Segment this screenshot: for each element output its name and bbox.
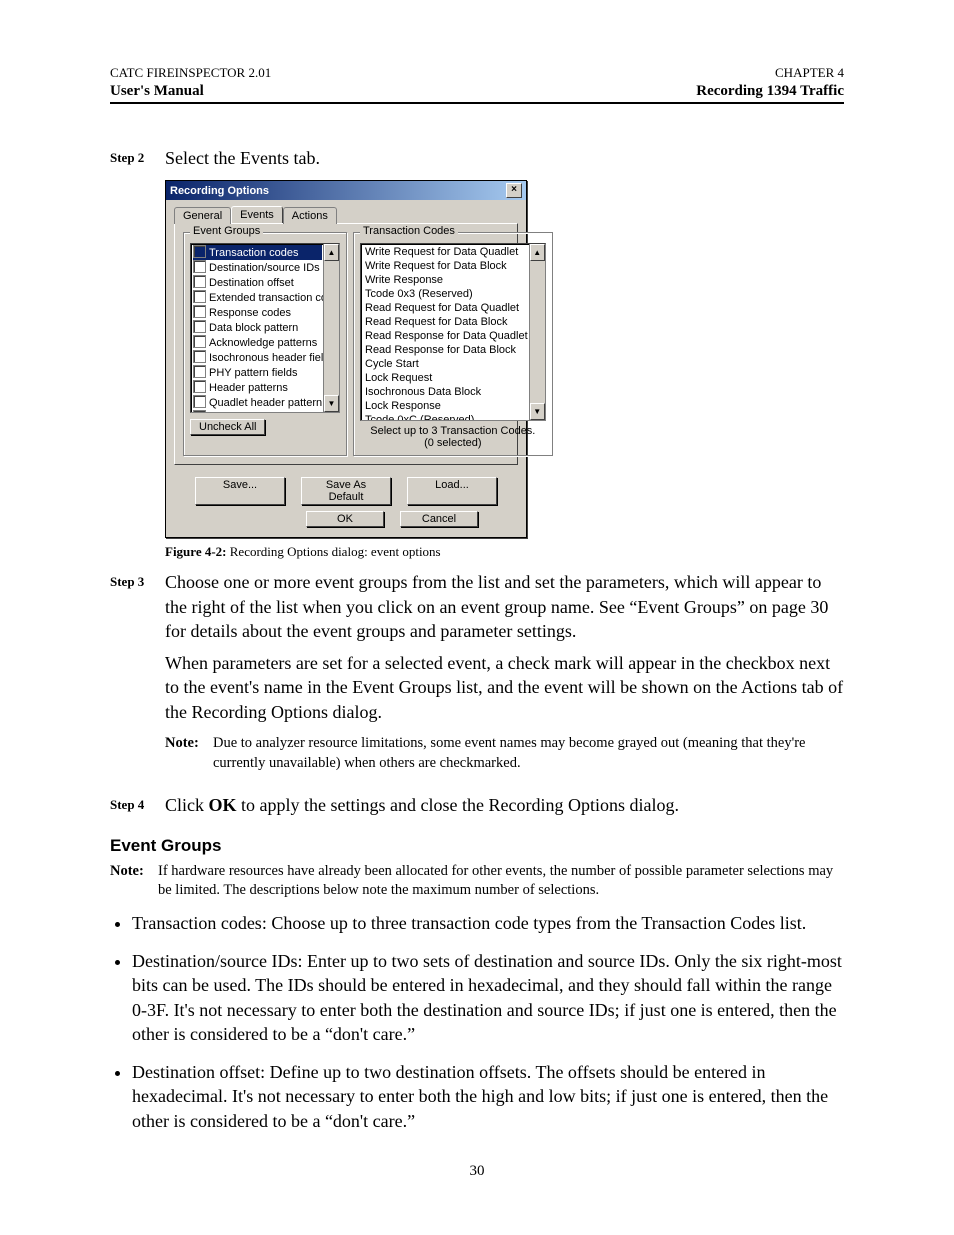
save-button[interactable]: Save... xyxy=(195,477,285,505)
step-3-paragraph-1: Choose one or more event groups from the… xyxy=(165,570,844,643)
step-2-text: Select the Events tab. xyxy=(165,146,320,170)
running-subheader: User's Manual Recording 1394 Traffic xyxy=(110,83,844,104)
step-4-text: Click OK to apply the settings and close… xyxy=(165,793,679,817)
list-item[interactable]: Header patterns xyxy=(193,380,322,395)
list-item[interactable]: Quadlet header pattern xyxy=(193,395,322,410)
tab-actions[interactable]: Actions xyxy=(283,207,337,224)
transaction-codes-groupbox-title: Transaction Codes xyxy=(360,225,458,237)
list-item[interactable]: Isochronous header fields xyxy=(193,350,322,365)
list-item[interactable]: Lock Request xyxy=(363,371,528,385)
scrollbar[interactable]: ▲ ▼ xyxy=(323,244,339,412)
tab-events[interactable]: Events xyxy=(231,206,283,223)
scroll-up-icon[interactable]: ▲ xyxy=(530,244,545,261)
list-item[interactable]: Response codes xyxy=(193,305,322,320)
header-top-right: CHAPTER 4 xyxy=(775,65,844,81)
list-item[interactable]: Read Request for Data Quadlet xyxy=(363,301,528,315)
step-2-label: Step 2 xyxy=(110,146,165,170)
list-item[interactable]: Write Request for Data Block xyxy=(363,259,528,273)
list-item[interactable]: Acknowledge patterns xyxy=(193,335,322,350)
list-item[interactable]: Data block pattern xyxy=(193,320,322,335)
close-icon[interactable]: × xyxy=(506,183,522,198)
section-note-body: If hardware resources have already been … xyxy=(158,862,844,901)
save-as-default-button[interactable]: Save As Default xyxy=(301,477,391,505)
header-sub-right: Recording 1394 Traffic xyxy=(696,83,844,100)
uncheck-all-button[interactable]: Uncheck All xyxy=(190,419,265,435)
event-groups-groupbox-title: Event Groups xyxy=(190,225,263,237)
list-item[interactable]: Tcode 0xC (Reserved) xyxy=(363,413,528,421)
scroll-down-icon[interactable]: ▼ xyxy=(530,403,545,420)
load-button[interactable]: Load... xyxy=(407,477,497,505)
list-item[interactable]: Destination offset xyxy=(193,275,322,290)
note-label: Note: xyxy=(165,734,213,773)
bullet-transaction-codes: Transaction codes: Choose up to three tr… xyxy=(132,911,844,935)
selection-hint-line1: Select up to 3 Transaction Codes. xyxy=(360,425,546,437)
list-item[interactable]: Cycle Start xyxy=(363,357,528,371)
list-item[interactable]: Write Request for Data Quadlet xyxy=(363,245,528,259)
list-item[interactable]: Lock Response xyxy=(363,399,528,413)
list-item[interactable]: Isochronous Data Block xyxy=(363,385,528,399)
list-item[interactable]: Transaction codes xyxy=(193,245,322,260)
event-groups-listbox[interactable]: Transaction codes Destination/source IDs… xyxy=(190,243,340,413)
transaction-codes-listbox[interactable]: Write Request for Data Quadlet Write Req… xyxy=(360,243,546,421)
section-heading-event-groups: Event Groups xyxy=(110,836,844,856)
ok-button[interactable]: OK xyxy=(306,511,384,527)
list-item[interactable]: Tcode 0x3 (Reserved) xyxy=(363,287,528,301)
list-item[interactable]: Read Response for Data Quadlet xyxy=(363,329,528,343)
list-item[interactable]: Write Response xyxy=(363,273,528,287)
recording-options-dialog: Recording Options × General Events Actio… xyxy=(165,180,527,538)
page-number: 30 xyxy=(110,1163,844,1180)
figure-caption: Figure 4-2: Recording Options dialog: ev… xyxy=(165,544,844,560)
list-item[interactable]: Read Response for Data Block xyxy=(363,343,528,357)
list-item[interactable]: Extended transaction cod xyxy=(193,290,322,305)
list-item[interactable]: Destination/source IDs xyxy=(193,260,322,275)
note-label: Note: xyxy=(110,862,158,901)
cancel-button[interactable]: Cancel xyxy=(400,511,478,527)
figure-4-2: Recording Options × General Events Actio… xyxy=(165,180,844,538)
header-top-left: CATC FIREINSPECTOR 2.01 xyxy=(110,65,271,81)
scroll-down-icon[interactable]: ▼ xyxy=(324,395,339,412)
list-item[interactable]: Read Request for Data Block xyxy=(363,315,528,329)
step-4-label: Step 4 xyxy=(110,793,165,817)
list-item[interactable]: Error conditions xyxy=(193,410,322,413)
tab-general[interactable]: General xyxy=(174,207,231,224)
step-3-paragraph-2: When parameters are set for a selected e… xyxy=(165,651,844,724)
header-sub-left: User's Manual xyxy=(110,83,204,100)
scroll-up-icon[interactable]: ▲ xyxy=(324,244,339,261)
dialog-title: Recording Options xyxy=(170,185,269,197)
scrollbar[interactable]: ▲ ▼ xyxy=(529,244,545,420)
list-item[interactable]: PHY pattern fields xyxy=(193,365,322,380)
event-groups-bullet-list: Transaction codes: Choose up to three tr… xyxy=(110,911,844,1133)
step-3-label: Step 3 xyxy=(110,570,165,783)
bullet-destination-offset: Destination offset: Define up to two des… xyxy=(132,1060,844,1133)
step-3-note-body: Due to analyzer resource limitations, so… xyxy=(213,734,844,773)
bullet-destination-source-ids: Destination/source IDs: Enter up to two … xyxy=(132,949,844,1046)
selection-hint-line2: (0 selected) xyxy=(360,437,546,449)
running-header: CATC FIREINSPECTOR 2.01 CHAPTER 4 xyxy=(110,65,844,81)
